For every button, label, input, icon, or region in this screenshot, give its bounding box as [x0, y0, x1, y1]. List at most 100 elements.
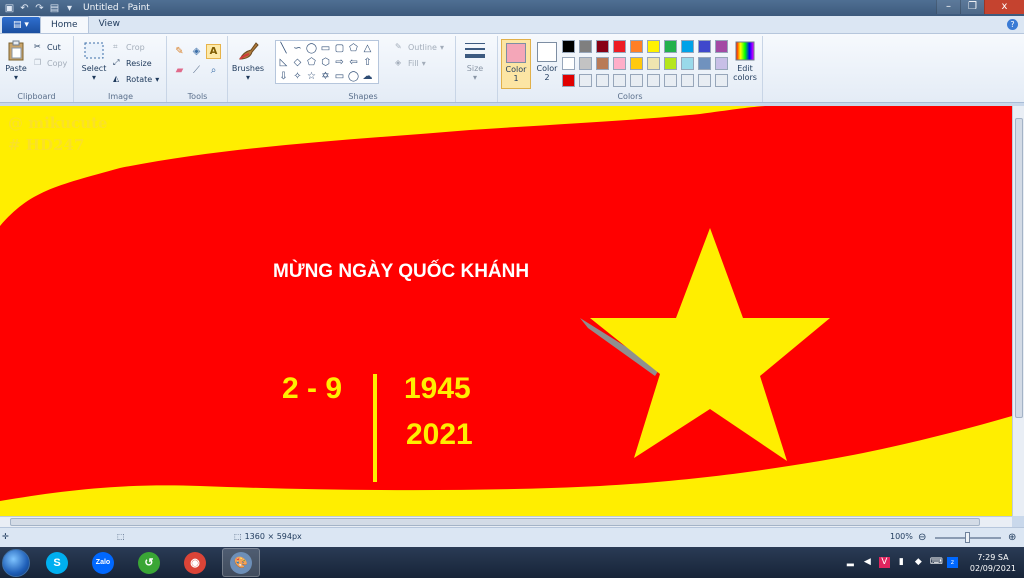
palette-color-1-8[interactable] [681, 40, 694, 53]
crop-button[interactable]: ⌗ Crop [113, 42, 145, 52]
magnifier-icon[interactable]: ⌕ [206, 63, 221, 78]
file-menu-button[interactable]: ▤ ▾ [2, 17, 40, 33]
select-button[interactable]: Select ▾ [79, 40, 109, 82]
palette-color-3-2[interactable] [579, 74, 592, 87]
palette-color-2-9[interactable] [698, 57, 711, 70]
pencil-icon[interactable]: ✎ [172, 44, 187, 59]
palette-color-1-4[interactable] [613, 40, 626, 53]
callout-rect-shape-icon[interactable]: ▭ [333, 70, 346, 83]
palette-color-1-3[interactable] [596, 40, 609, 53]
minimize-button[interactable]: – [936, 0, 960, 14]
color-picker-icon[interactable]: ⟋ [189, 63, 204, 78]
palette-color-3-10[interactable] [715, 74, 728, 87]
six-point-star-shape-icon[interactable]: ✡ [319, 70, 332, 83]
rotate-button[interactable]: ◭ Rotate ▾ [113, 74, 159, 84]
edit-colors-button[interactable]: Edit colors [730, 40, 760, 82]
palette-color-3-3[interactable] [596, 74, 609, 87]
resize-button[interactable]: ⤢ Resize [113, 58, 152, 68]
vertical-scroll-thumb[interactable] [1015, 118, 1023, 418]
line-shape-icon[interactable]: ╲ [277, 42, 290, 55]
taskbar-app-chrome[interactable]: ◉ [176, 548, 214, 577]
zalo-tray-icon[interactable]: z [946, 557, 958, 568]
copy-button[interactable]: ❐ Copy [34, 58, 67, 68]
palette-color-3-7[interactable] [664, 74, 677, 87]
palette-color-3-6[interactable] [647, 74, 660, 87]
taskbar-app-zalo[interactable]: Zalo [84, 548, 122, 577]
curve-shape-icon[interactable]: ∽ [291, 42, 304, 55]
palette-color-2-7[interactable] [664, 57, 677, 70]
palette-color-2-3[interactable] [596, 57, 609, 70]
diamond-shape-icon[interactable]: ◇ [291, 56, 304, 69]
callout-cloud-shape-icon[interactable]: ☁ [361, 70, 374, 83]
volume-icon[interactable]: ◀ [862, 557, 873, 568]
customize-qat-icon[interactable]: ▾ [64, 3, 75, 14]
device-icon[interactable]: ▮ [896, 557, 907, 568]
zoom-out-button[interactable]: ⊖ [918, 532, 926, 543]
fill-bucket-icon[interactable]: ◈ [189, 44, 204, 59]
palette-color-1-6[interactable] [647, 40, 660, 53]
palette-color-1-1[interactable] [562, 40, 575, 53]
tab-view[interactable]: View [89, 16, 130, 33]
palette-color-2-8[interactable] [681, 57, 694, 70]
shield-icon[interactable]: ◆ [913, 557, 924, 568]
down-arrow-shape-icon[interactable]: ⇩ [277, 70, 290, 83]
callout-oval-shape-icon[interactable]: ◯ [347, 70, 360, 83]
paint-app-icon[interactable]: ▣ [4, 3, 15, 14]
signal-icon[interactable]: ▂ [845, 557, 856, 568]
taskbar-app-skype[interactable]: S [38, 548, 76, 577]
oval-shape-icon[interactable]: ◯ [305, 42, 318, 55]
palette-color-3-9[interactable] [698, 74, 711, 87]
taskbar-app-paint[interactable]: 🎨 [222, 548, 260, 577]
paste-button[interactable]: Paste ▾ [2, 40, 30, 82]
rectangle-shape-icon[interactable]: ▭ [319, 42, 332, 55]
palette-color-1-9[interactable] [698, 40, 711, 53]
color1-button[interactable]: Color 1 [501, 39, 531, 89]
horizontal-scroll-thumb[interactable] [10, 518, 980, 526]
close-button[interactable]: x [984, 0, 1024, 14]
color2-button[interactable]: Color 2 [532, 39, 562, 89]
outline-button[interactable]: ✎ Outline ▾ [395, 42, 444, 52]
taskbar-clock[interactable]: 7:29 SA 02/09/2021 [970, 552, 1016, 574]
pentagon-shape-icon[interactable]: ⬠ [305, 56, 318, 69]
keyboard-icon[interactable]: ⌨ [930, 557, 943, 568]
maximize-button[interactable]: ❐ [960, 0, 984, 14]
palette-color-1-10[interactable] [715, 40, 728, 53]
four-point-star-shape-icon[interactable]: ✧ [291, 70, 304, 83]
tab-home[interactable]: Home [40, 16, 89, 33]
vivaldi-icon[interactable]: V [878, 557, 890, 568]
zoom-in-button[interactable]: ⊕ [1008, 532, 1016, 543]
polygon-shape-icon[interactable]: ⬠ [347, 42, 360, 55]
right-arrow-shape-icon[interactable]: ⇨ [333, 56, 346, 69]
rounded-rectangle-shape-icon[interactable]: ▢ [333, 42, 346, 55]
right-triangle-shape-icon[interactable]: ◺ [277, 56, 290, 69]
taskbar-app-green-app[interactable]: ↺ [130, 548, 168, 577]
palette-color-2-2[interactable] [579, 57, 592, 70]
palette-color-2-1[interactable] [562, 57, 575, 70]
up-arrow-shape-icon[interactable]: ⇧ [361, 56, 374, 69]
palette-color-1-5[interactable] [630, 40, 643, 53]
start-button[interactable] [2, 548, 30, 577]
drawing-canvas[interactable]: @ mikucute # HD247 MỪNG NGÀY QUỐC KHÁNH … [0, 106, 1012, 516]
palette-color-1-7[interactable] [664, 40, 677, 53]
palette-color-3-1[interactable] [562, 74, 575, 87]
palette-color-2-10[interactable] [715, 57, 728, 70]
text-tool-icon[interactable]: A [206, 44, 221, 59]
hexagon-shape-icon[interactable]: ⬡ [319, 56, 332, 69]
help-icon[interactable]: ? [1007, 19, 1018, 30]
palette-color-2-5[interactable] [630, 57, 643, 70]
palette-color-3-5[interactable] [630, 74, 643, 87]
horizontal-scrollbar[interactable] [0, 516, 1012, 527]
palette-color-2-4[interactable] [613, 57, 626, 70]
eraser-icon[interactable]: ▰ [172, 63, 187, 78]
palette-color-3-8[interactable] [681, 74, 694, 87]
brushes-button[interactable]: Brushes ▾ [230, 40, 266, 82]
save-icon[interactable]: ▤ [49, 3, 60, 14]
fill-button[interactable]: ◈ Fill ▾ [395, 58, 426, 68]
triangle-shape-icon[interactable]: △ [361, 42, 374, 55]
size-button[interactable]: Size ▾ [458, 40, 492, 82]
zoom-slider-thumb[interactable] [965, 532, 970, 543]
redo-icon[interactable]: ↷ [34, 3, 45, 14]
undo-icon[interactable]: ↶ [19, 3, 30, 14]
cut-button[interactable]: ✂ Cut [34, 42, 61, 52]
left-arrow-shape-icon[interactable]: ⇦ [347, 56, 360, 69]
